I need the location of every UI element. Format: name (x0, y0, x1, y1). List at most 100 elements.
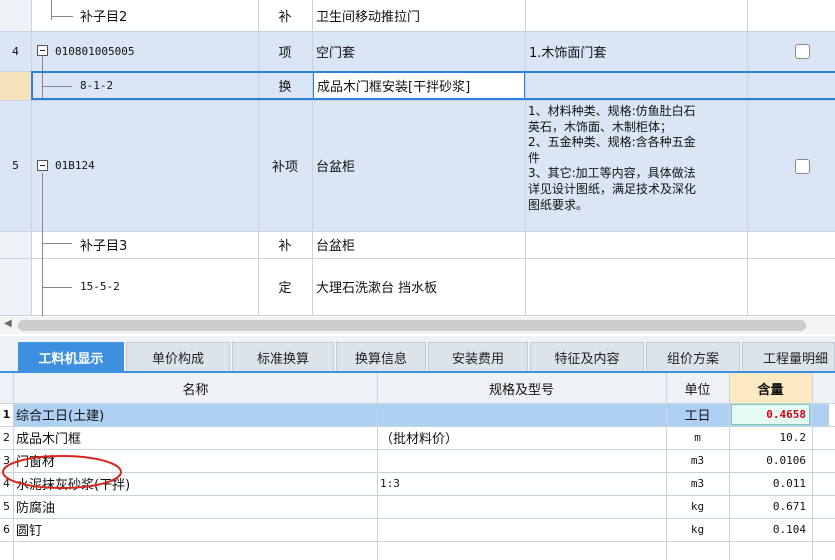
unit-text: kg (690, 500, 705, 513)
row-number: 2 (0, 426, 13, 449)
header-text: 单位 (684, 382, 711, 398)
header-text: 名称 (182, 382, 209, 398)
unit-cell[interactable]: kg (666, 495, 729, 518)
type-cell[interactable]: 补 (258, 231, 312, 258)
type-cell[interactable]: 补 (258, 0, 312, 31)
type-cell[interactable]: 换 (258, 71, 312, 100)
tab-quantity-detail[interactable]: 工程量明细 (742, 342, 835, 372)
feature-line: 详见设计图纸，满足技术及深化 (528, 181, 697, 196)
unit-cell[interactable]: m (666, 426, 729, 449)
qty-cell[interactable]: 0.671 (729, 495, 812, 518)
qty-cell[interactable]: 0.104 (729, 518, 812, 541)
material-name-cell[interactable]: 防腐油 (16, 495, 55, 518)
scrollbar-thumb[interactable] (18, 320, 806, 331)
tab-unit-price[interactable]: 单价构成 (126, 342, 230, 372)
tree-connector (42, 173, 43, 316)
name-text: 台盆柜 (316, 160, 356, 175)
collapse-icon[interactable] (37, 160, 48, 171)
material-name-cell[interactable]: 综合工日(土建) (16, 403, 104, 426)
header-name[interactable]: 名称 (14, 373, 377, 403)
feature-line: 2、五金种类、规格:含各种五金 (528, 135, 696, 150)
tab-installation-fee[interactable]: 安装费用 (428, 342, 528, 372)
code-cell[interactable]: 补子目2 (80, 0, 127, 31)
qty-cell[interactable]: 0.011 (729, 472, 812, 495)
qty-text: 0.671 (772, 500, 806, 513)
material-name: 成品木门框 (16, 432, 82, 447)
unit-text: m3 (690, 477, 705, 490)
feature-line: 英石，木饰面、木制柜体； (528, 119, 673, 134)
name-cell[interactable]: 大理石洗漱台 挡水板 (316, 258, 437, 315)
name-cell[interactable]: 空门套 (316, 31, 355, 71)
tab-label: 安装费用 (451, 352, 504, 367)
unit-text: 工日 (684, 409, 711, 424)
tab-label: 换算信息 (354, 352, 407, 367)
row-number-text: 5 (12, 159, 19, 172)
tree-connector (51, 0, 52, 20)
material-name-cell[interactable]: 圆钉 (16, 518, 42, 541)
feature-line: 图纸要求。 (528, 197, 589, 212)
tab-standard-conversion[interactable]: 标准换算 (232, 342, 334, 372)
code-text: 01B124 (55, 159, 95, 172)
tab-label: 组价方案 (666, 352, 719, 367)
name-cell[interactable]: 台盆柜 (316, 100, 355, 231)
material-name-cell[interactable]: 成品木门框 (16, 426, 81, 449)
row-number: 5 (0, 495, 13, 518)
header-unit[interactable]: 单位 (666, 373, 729, 403)
row-number-text: 2 (3, 431, 10, 444)
horizontal-scrollbar[interactable]: ◀ (0, 317, 835, 334)
name-edit-field[interactable]: 成品木门框安装[干拌砂浆] (313, 72, 525, 99)
unit-text: m3 (690, 454, 705, 467)
spec-cell[interactable]: （批材料价） (380, 426, 458, 449)
name-text: 台盆柜 (316, 239, 356, 254)
collapse-icon[interactable] (37, 45, 48, 56)
row-number: 4 (0, 31, 31, 71)
unit-cell[interactable]: 工日 (666, 403, 729, 426)
unit-text: kg (690, 523, 705, 536)
tab-pricing-scheme[interactable]: 组价方案 (646, 342, 740, 372)
header-text: 规格及型号 (488, 382, 554, 398)
qty-text: 0.104 (772, 523, 806, 536)
annotation-ellipse (2, 455, 122, 489)
scroll-left-icon[interactable]: ◀ (4, 318, 12, 329)
spec-cell[interactable]: 1:3 (380, 472, 400, 495)
qty-cell[interactable]: 10.2 (729, 426, 812, 449)
code-text: 补子目3 (80, 239, 128, 254)
material-name: 防腐油 (16, 501, 56, 516)
code-cell[interactable]: 01B124 (55, 100, 95, 231)
unit-text: m (694, 431, 701, 444)
unit-cell[interactable]: kg (666, 518, 729, 541)
code-cell[interactable]: 补子目3 (80, 231, 127, 258)
type-cell[interactable]: 项 (258, 31, 312, 71)
spec-text: （批材料价） (380, 432, 459, 447)
unit-cell[interactable]: m3 (666, 472, 729, 495)
row-number-text: 6 (3, 523, 10, 536)
unit-cell[interactable]: m3 (666, 449, 729, 472)
type-cell[interactable]: 补项 (258, 100, 312, 231)
header-spec[interactable]: 规格及型号 (377, 373, 666, 403)
checkbox[interactable] (795, 159, 810, 174)
name-cell[interactable]: 卫生间移动推拉门 (316, 0, 420, 31)
name-cell[interactable]: 台盆柜 (316, 231, 355, 258)
tab-features-content[interactable]: 特征及内容 (530, 342, 644, 372)
feature-line: 3、其它:加工等内容，具体做法 (528, 166, 696, 181)
code-text: 15-5-2 (80, 280, 120, 293)
qty-cell[interactable]: 0.0106 (729, 449, 812, 472)
tree-connector (51, 16, 73, 17)
header-qty[interactable]: 含量 (729, 373, 812, 403)
upper-grid: 补子目2 补 卫生间移动推拉门 4 010801005005 项 空门套 1.木… (0, 0, 835, 316)
checkbox[interactable] (795, 44, 810, 59)
material-name: 综合工日(土建) (16, 409, 105, 424)
feature-cell[interactable]: 1、材料种类、规格:仿鱼肚白石 英石，木饰面、木制柜体； 2、五金种类、规格:含… (528, 104, 746, 213)
type-cell[interactable]: 定 (258, 258, 312, 315)
tab-conversion-info[interactable]: 换算信息 (336, 342, 426, 372)
tab-labor-material[interactable]: 工料机显示 (18, 342, 124, 372)
code-cell[interactable]: 8-1-2 (80, 71, 113, 100)
qty-cell[interactable]: 0.4658 (729, 403, 812, 426)
code-text: 8-1-2 (80, 79, 114, 92)
feature-line: 1、材料种类、规格:仿鱼肚白石 (528, 104, 696, 118)
tab-label: 单价构成 (151, 352, 204, 367)
name-text: 成品木门框安装[干拌砂浆] (317, 80, 471, 95)
code-cell[interactable]: 15-5-2 (80, 258, 120, 315)
code-cell[interactable]: 010801005005 (55, 31, 134, 71)
feature-cell[interactable]: 1.木饰面门套 (529, 31, 606, 71)
